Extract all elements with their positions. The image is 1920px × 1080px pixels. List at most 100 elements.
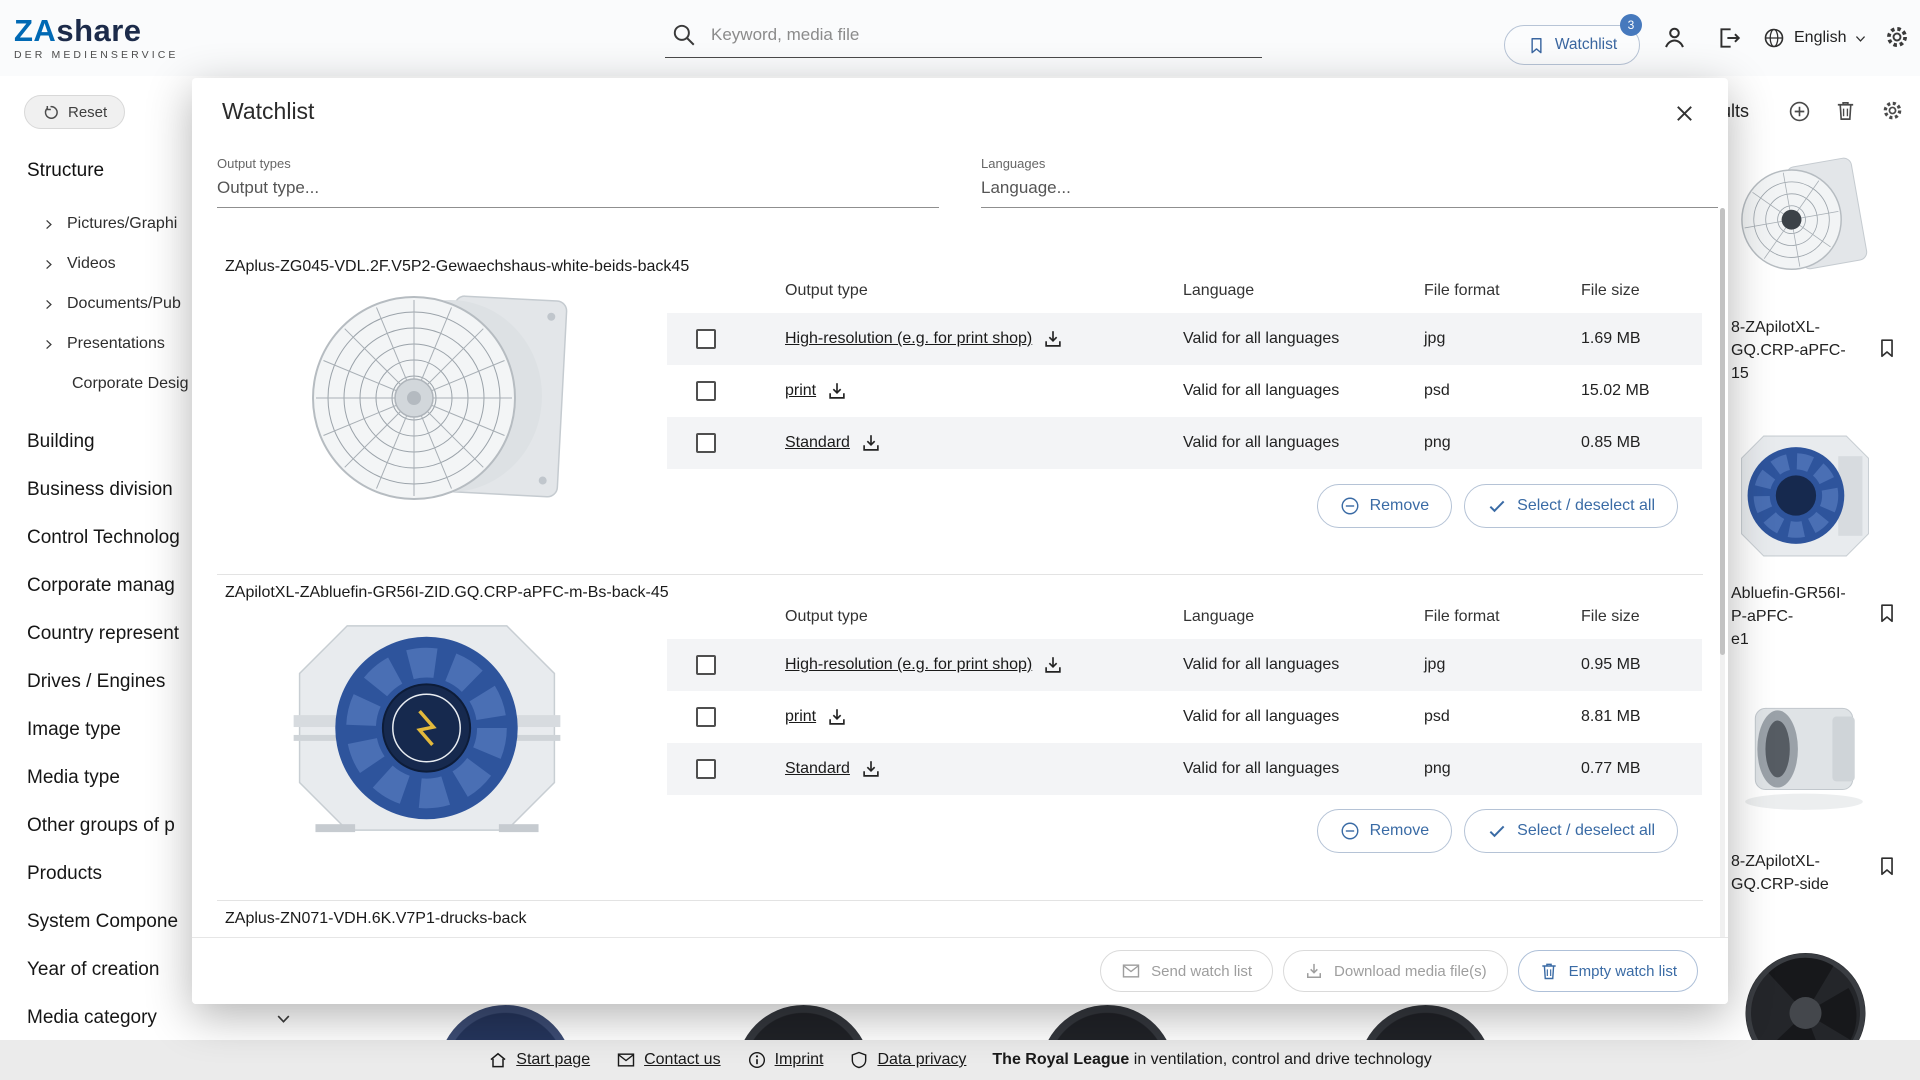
sidebar-item-label: Videos xyxy=(67,255,116,273)
row-checkbox[interactable] xyxy=(696,433,716,453)
watchlist-button-label: Watchlist xyxy=(1555,36,1617,54)
minus-circle-icon xyxy=(1340,821,1360,841)
item-actions: Remove Select / deselect all xyxy=(667,484,1702,528)
footer-link-label: Data privacy xyxy=(877,1051,966,1069)
download-icon[interactable] xyxy=(860,758,882,780)
watchlist-count-badge: 3 xyxy=(1620,14,1642,36)
language-select-placeholder: Language... xyxy=(981,178,1718,198)
chevron-right-icon[interactable] xyxy=(42,338,55,351)
chevron-right-icon[interactable] xyxy=(42,298,55,311)
top-header: ZAshare DER MEDIENSERVICE Watchlist 3 En… xyxy=(0,0,1920,76)
language-cell: Valid for all languages xyxy=(1183,708,1424,726)
footer-link-contact[interactable]: Contact us xyxy=(616,1050,720,1070)
category-label: Control Technolog xyxy=(27,527,180,548)
check-icon xyxy=(1487,821,1507,841)
modal-scrollbar-thumb[interactable] xyxy=(1720,208,1725,655)
column-header: Language xyxy=(1183,608,1424,626)
close-icon[interactable] xyxy=(1673,102,1696,125)
output-type-link[interactable]: print xyxy=(785,708,816,726)
file-format-cell: jpg xyxy=(1424,330,1581,348)
footer-link-data-privacy[interactable]: Data privacy xyxy=(849,1050,966,1070)
output-type-link[interactable]: High-resolution (e.g. for print shop) xyxy=(785,656,1032,674)
select-deselect-button[interactable]: Select / deselect all xyxy=(1464,484,1678,528)
output-type-select[interactable]: Output types Output type... xyxy=(217,156,939,208)
select-deselect-button[interactable]: Select / deselect all xyxy=(1464,809,1678,853)
sidebar-category-media-category[interactable]: Media category xyxy=(27,1007,327,1029)
user-icon[interactable] xyxy=(1661,24,1688,51)
language-cell: Valid for all languages xyxy=(1183,330,1424,348)
remove-button[interactable]: Remove xyxy=(1317,809,1453,853)
row-checkbox[interactable] xyxy=(696,759,716,779)
row-checkbox[interactable] xyxy=(696,329,716,349)
search-input[interactable] xyxy=(711,25,1256,45)
send-watchlist-button[interactable]: Send watch list xyxy=(1100,950,1273,992)
modal-title: Watchlist xyxy=(222,98,314,125)
language-cell: Valid for all languages xyxy=(1183,760,1424,778)
chevron-right-icon[interactable] xyxy=(42,218,55,231)
file-format-cell: psd xyxy=(1424,708,1581,726)
output-type-select-placeholder: Output type... xyxy=(217,178,939,198)
empty-watchlist-button[interactable]: Empty watch list xyxy=(1518,950,1698,992)
chevron-down-icon[interactable] xyxy=(275,1010,292,1027)
row-checkbox[interactable] xyxy=(696,655,716,675)
column-header: Output type xyxy=(785,608,1183,626)
sidebar-item-pictures[interactable]: Pictures/Graphi xyxy=(42,212,189,236)
column-header: Output type xyxy=(785,282,1183,300)
language-cell: Valid for all languages xyxy=(1183,382,1424,400)
product-thumbnail[interactable] xyxy=(1733,686,1875,818)
file-format-cell: png xyxy=(1424,434,1581,452)
reset-filters-button[interactable]: Reset xyxy=(24,95,125,129)
download-icon[interactable] xyxy=(1042,328,1064,350)
output-type-link[interactable]: Standard xyxy=(785,434,850,452)
sidebar-item-label: Pictures/Graphi xyxy=(67,215,177,233)
settings-gear-icon[interactable] xyxy=(1884,24,1910,50)
send-watchlist-button-label: Send watch list xyxy=(1151,963,1252,980)
sidebar-item-label: Presentations xyxy=(67,335,165,353)
results-settings-gear-icon[interactable] xyxy=(1881,99,1904,122)
language-select-label: Languages xyxy=(981,156,1718,171)
media-item-title: ZAplus-ZG045-VDL.2F.V5P2-Gewaechshaus-wh… xyxy=(225,258,689,276)
file-size-cell: 0.77 MB xyxy=(1581,760,1702,778)
logout-icon[interactable] xyxy=(1716,25,1742,51)
output-type-link[interactable]: print xyxy=(785,382,816,400)
sidebar-item-documents[interactable]: Documents/Pub xyxy=(42,292,189,316)
column-header: File size xyxy=(1581,282,1702,300)
media-item-title: ZApilotXL-ZAbluefin-GR56I-ZID.GQ.CRP-aPF… xyxy=(225,584,669,602)
download-icon[interactable] xyxy=(1042,654,1064,676)
structure-tree: Pictures/Graphi Videos Documents/Pub Pre… xyxy=(42,212,189,396)
output-type-link[interactable]: High-resolution (e.g. for print shop) xyxy=(785,330,1032,348)
download-icon[interactable] xyxy=(826,380,848,402)
download-icon[interactable] xyxy=(826,706,848,728)
bookmark-icon[interactable] xyxy=(1876,602,1898,624)
product-image xyxy=(284,612,570,845)
file-size-cell: 15.02 MB xyxy=(1581,382,1702,400)
language-selector[interactable]: English xyxy=(1762,24,1867,52)
sidebar-item-videos[interactable]: Videos xyxy=(42,252,189,276)
watchlist-button[interactable]: Watchlist xyxy=(1504,25,1640,65)
chevron-right-icon[interactable] xyxy=(42,258,55,271)
download-icon[interactable] xyxy=(860,432,882,454)
footer-link-start-page[interactable]: Start page xyxy=(488,1050,590,1070)
product-title-fragment: 8-ZApilotXL- GQ.CRP-aPFC- 15 xyxy=(1731,316,1846,385)
check-icon xyxy=(1487,496,1507,516)
product-thumbnail[interactable] xyxy=(1740,155,1874,283)
sidebar-item-corporate-design[interactable]: Corporate Desig xyxy=(42,372,189,396)
category-label: Year of creation xyxy=(27,959,159,980)
item-divider xyxy=(217,574,1703,575)
category-label: Country represent xyxy=(27,623,179,644)
bookmark-icon[interactable] xyxy=(1876,855,1898,877)
product-thumbnail[interactable] xyxy=(1733,428,1875,564)
add-circle-icon[interactable] xyxy=(1788,100,1811,123)
download-media-button[interactable]: Download media file(s) xyxy=(1283,950,1508,992)
bookmark-icon[interactable] xyxy=(1876,337,1898,359)
sidebar-section-structure[interactable]: Structure xyxy=(27,160,104,182)
row-checkbox[interactable] xyxy=(696,707,716,727)
language-select[interactable]: Languages Language... xyxy=(981,156,1718,208)
output-type-link[interactable]: Standard xyxy=(785,760,850,778)
row-checkbox[interactable] xyxy=(696,381,716,401)
footer-link-imprint[interactable]: Imprint xyxy=(747,1050,824,1070)
remove-button[interactable]: Remove xyxy=(1317,484,1453,528)
trash-icon[interactable] xyxy=(1834,99,1857,122)
table-header-row: Output type Language File format File si… xyxy=(667,594,1702,639)
sidebar-item-presentations[interactable]: Presentations xyxy=(42,332,189,356)
